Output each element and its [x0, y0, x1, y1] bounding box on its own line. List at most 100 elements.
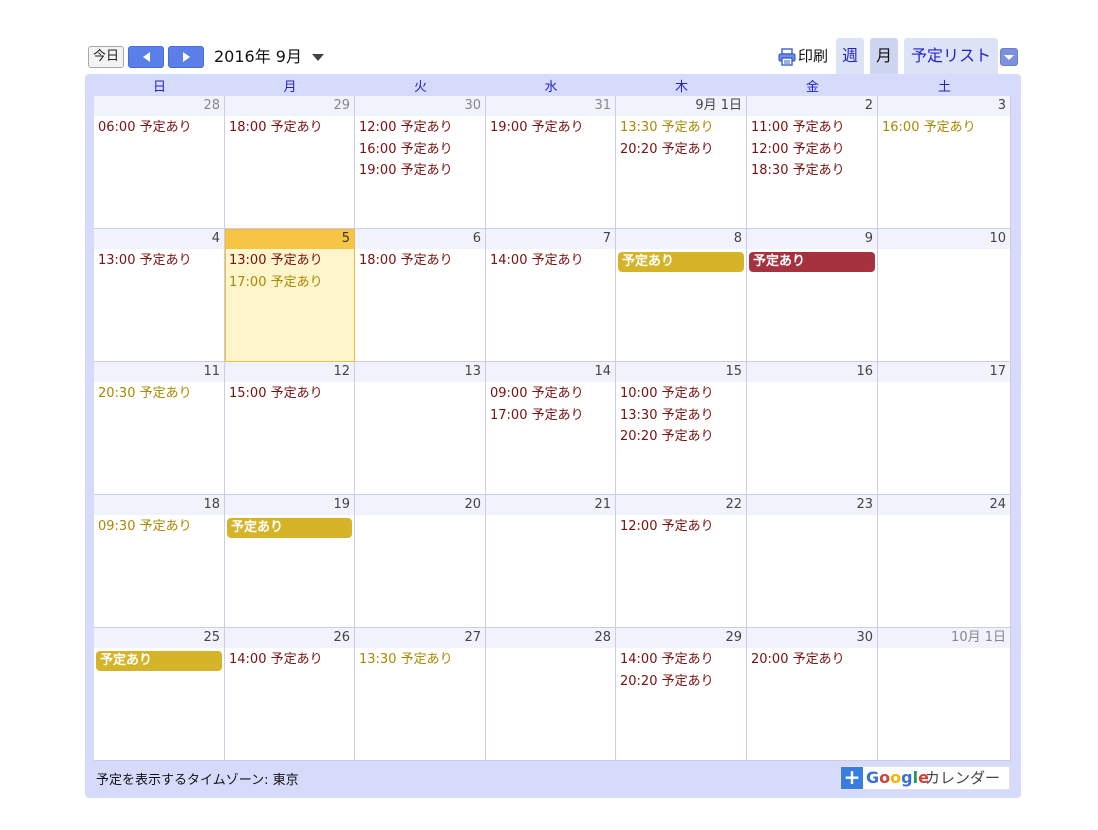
day-cell[interactable]: 27 13:30 予定あり — [355, 628, 486, 761]
all-day-event[interactable]: 予定あり — [96, 651, 222, 671]
timed-event[interactable]: 16:00 予定あり — [882, 120, 976, 136]
day-cell[interactable]: 23 — [747, 495, 878, 628]
day-cell[interactable]: 29 18:00 予定あり — [225, 96, 355, 229]
day-cell[interactable]: 19 予定あり — [225, 495, 355, 628]
day-cell[interactable]: 11 20:30 予定あり — [94, 362, 225, 495]
timed-event[interactable]: 20:20 予定あり — [620, 674, 714, 690]
day-number[interactable]: 10 — [878, 229, 1010, 249]
day-cell[interactable]: 29 14:00 予定あり 20:20 予定あり — [616, 628, 747, 761]
timed-event[interactable]: 12:00 予定あり — [359, 120, 453, 136]
all-day-event[interactable]: 予定あり — [227, 518, 352, 538]
day-cell[interactable]: 9 予定あり — [747, 229, 878, 362]
timed-event[interactable]: 20:20 予定あり — [620, 429, 714, 445]
day-cell[interactable]: 14 09:00 予定あり 17:00 予定あり — [486, 362, 616, 495]
day-number[interactable]: 7 — [486, 229, 615, 249]
day-cell[interactable]: 26 14:00 予定あり — [225, 628, 355, 761]
timed-event[interactable]: 13:30 予定あり — [620, 120, 714, 136]
day-number[interactable]: 23 — [747, 495, 877, 515]
timed-event[interactable]: 19:00 予定あり — [490, 120, 584, 136]
day-cell[interactable]: 16 — [747, 362, 878, 495]
timed-event[interactable]: 13:30 予定あり — [620, 408, 714, 424]
day-cell[interactable]: 9月 1日 13:30 予定あり 20:20 予定あり — [616, 96, 747, 229]
day-number[interactable]: 9 — [747, 229, 877, 249]
day-number[interactable]: 17 — [878, 362, 1010, 382]
month-title[interactable]: 2016年 9月 — [214, 45, 302, 69]
day-cell[interactable]: 13 — [355, 362, 486, 495]
timed-event[interactable]: 11:00 予定あり — [751, 120, 845, 136]
day-number[interactable]: 4 — [94, 229, 224, 249]
day-number[interactable]: 27 — [355, 628, 485, 648]
timed-event[interactable]: 12:00 予定あり — [620, 519, 714, 535]
day-number[interactable]: 19 — [225, 495, 354, 515]
day-cell[interactable]: 25 予定あり — [94, 628, 225, 761]
google-calendar-badge[interactable]: + Google カレンダー — [840, 766, 1010, 790]
day-number[interactable]: 6 — [355, 229, 485, 249]
day-cell[interactable]: 7 14:00 予定あり — [486, 229, 616, 362]
timed-event[interactable]: 14:00 予定あり — [229, 652, 323, 668]
today-button[interactable]: 今日 — [88, 46, 125, 68]
day-number[interactable]: 14 — [486, 362, 615, 382]
next-month-button[interactable] — [168, 46, 204, 68]
day-cell[interactable]: 15 10:00 予定あり 13:30 予定あり 20:20 予定あり — [616, 362, 747, 495]
day-number[interactable]: 8 — [616, 229, 746, 249]
day-number[interactable]: 15 — [616, 362, 746, 382]
day-cell[interactable]: 21 — [486, 495, 616, 628]
timed-event[interactable]: 18:30 予定あり — [751, 163, 845, 179]
timed-event[interactable]: 18:00 予定あり — [229, 120, 323, 136]
timed-event[interactable]: 14:00 予定あり — [620, 652, 714, 668]
timed-event[interactable]: 13:00 予定あり — [229, 253, 323, 269]
all-day-event[interactable]: 予定あり — [749, 252, 875, 272]
day-cell[interactable]: 30 12:00 予定あり 16:00 予定あり 19:00 予定あり — [355, 96, 486, 229]
day-number[interactable]: 16 — [747, 362, 877, 382]
tab-agenda[interactable]: 予定リスト — [904, 38, 998, 74]
day-cell[interactable]: 20 — [355, 495, 486, 628]
day-number[interactable]: 20 — [355, 495, 485, 515]
tab-week[interactable]: 週 — [836, 38, 864, 74]
timed-event[interactable]: 16:00 予定あり — [359, 142, 453, 158]
timed-event[interactable]: 20:20 予定あり — [620, 142, 714, 158]
timed-event[interactable]: 18:00 予定あり — [359, 253, 453, 269]
day-number[interactable]: 21 — [486, 495, 615, 515]
day-cell[interactable]: 12 15:00 予定あり — [225, 362, 355, 495]
timed-event[interactable]: 14:00 予定あり — [490, 253, 584, 269]
day-cell[interactable]: 22 12:00 予定あり — [616, 495, 747, 628]
day-cell[interactable]: 6 18:00 予定あり — [355, 229, 486, 362]
timed-event[interactable]: 17:00 予定あり — [490, 408, 584, 424]
day-number[interactable]: 28 — [94, 96, 224, 116]
day-cell[interactable]: 28 — [486, 628, 616, 761]
day-cell[interactable]: 8 予定あり — [616, 229, 747, 362]
tab-month[interactable]: 月 — [870, 38, 898, 74]
day-number[interactable]: 26 — [225, 628, 354, 648]
day-number[interactable]: 29 — [225, 96, 354, 116]
timed-event[interactable]: 17:00 予定あり — [229, 275, 323, 291]
day-number[interactable]: 25 — [94, 628, 224, 648]
timed-event[interactable]: 13:00 予定あり — [98, 253, 192, 269]
day-cell[interactable]: 28 06:00 予定あり — [94, 96, 225, 229]
timed-event[interactable]: 19:00 予定あり — [359, 163, 453, 179]
day-number[interactable]: 30 — [747, 628, 877, 648]
day-number[interactable]: 12 — [225, 362, 354, 382]
day-cell-today[interactable]: 5 13:00 予定あり 17:00 予定あり — [225, 229, 355, 362]
day-number[interactable]: 28 — [486, 628, 615, 648]
day-cell[interactable]: 3 16:00 予定あり — [878, 96, 1011, 229]
day-number[interactable]: 24 — [878, 495, 1010, 515]
caret-down-icon[interactable] — [312, 54, 324, 61]
day-number[interactable]: 11 — [94, 362, 224, 382]
day-number[interactable]: 9月 1日 — [616, 96, 746, 116]
timed-event[interactable]: 20:30 予定あり — [98, 386, 192, 402]
timed-event[interactable]: 09:00 予定あり — [490, 386, 584, 402]
day-cell[interactable]: 10 — [878, 229, 1011, 362]
day-cell[interactable]: 17 — [878, 362, 1011, 495]
prev-month-button[interactable] — [128, 46, 164, 68]
day-cell[interactable]: 24 — [878, 495, 1011, 628]
agenda-dropdown-button[interactable] — [1000, 48, 1018, 66]
day-number[interactable]: 3 — [878, 96, 1010, 116]
day-cell[interactable]: 4 13:00 予定あり — [94, 229, 225, 362]
day-number[interactable]: 5 — [225, 229, 354, 249]
day-number[interactable]: 2 — [747, 96, 877, 116]
day-number[interactable]: 31 — [486, 96, 615, 116]
day-number[interactable]: 18 — [94, 495, 224, 515]
day-number[interactable]: 10月 1日 — [878, 628, 1010, 648]
day-cell[interactable]: 30 20:00 予定あり — [747, 628, 878, 761]
timed-event[interactable]: 10:00 予定あり — [620, 386, 714, 402]
